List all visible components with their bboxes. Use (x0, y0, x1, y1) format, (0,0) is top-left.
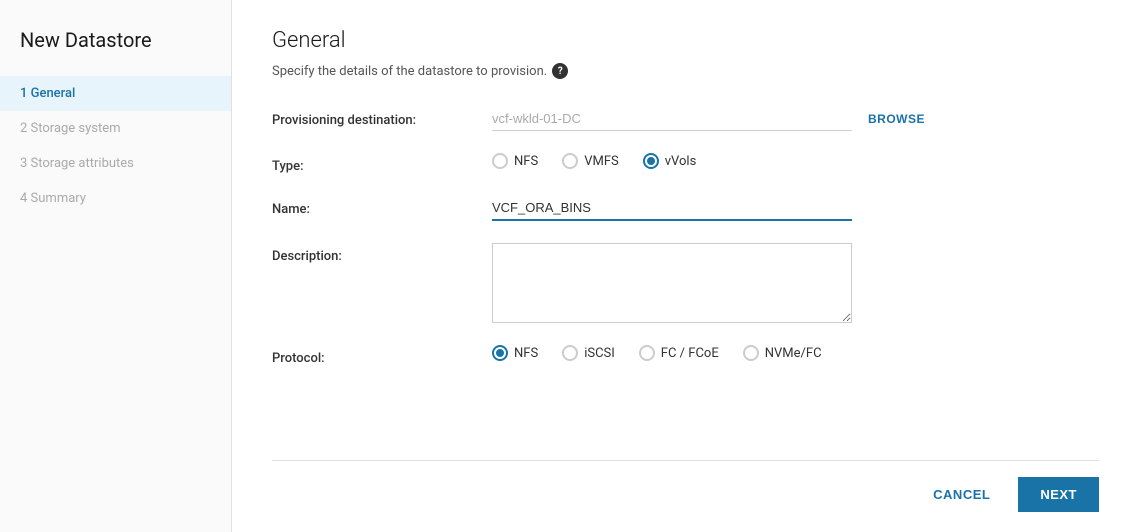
main-content: General Specify the details of the datas… (232, 0, 1139, 532)
type-nfs-label: NFS (514, 154, 538, 169)
protocol-radio-nfs[interactable] (492, 345, 508, 361)
subtitle: Specify the details of the datastore to … (272, 63, 1099, 79)
protocol-option-nvmefc[interactable]: NVMe/FC (743, 345, 822, 361)
protocol-row: Protocol: NFS iSCSI FC / FCoE (272, 345, 1099, 366)
provisioning-destination-control: BROWSE (492, 107, 1099, 131)
type-option-vvols[interactable]: vVols (643, 153, 697, 169)
next-button[interactable]: NEXT (1018, 477, 1099, 512)
help-icon[interactable]: ? (552, 63, 568, 79)
type-label: Type: (272, 153, 492, 174)
type-vmfs-label: VMFS (584, 154, 619, 169)
cancel-button[interactable]: CANCEL (917, 479, 1006, 510)
sidebar: New Datastore 1 General 2 Storage system… (0, 0, 232, 532)
new-datastore-dialog: New Datastore 1 General 2 Storage system… (0, 0, 1139, 532)
provisioning-destination-input[interactable] (492, 107, 852, 131)
name-input[interactable] (492, 196, 852, 221)
protocol-label: Protocol: (272, 345, 492, 366)
protocol-nfs-label: NFS (514, 346, 538, 361)
sidebar-item-general[interactable]: 1 General (0, 76, 231, 111)
type-vvols-label: vVols (665, 154, 697, 169)
protocol-fcfcoe-label: FC / FCoE (661, 346, 719, 361)
protocol-option-iscsi[interactable]: iSCSI (562, 345, 615, 361)
description-textarea[interactable] (492, 243, 852, 323)
section-title: General (272, 28, 1099, 53)
provisioning-destination-row: Provisioning destination: BROWSE (272, 107, 1099, 131)
protocol-option-fcfcoe[interactable]: FC / FCoE (639, 345, 719, 361)
description-control (492, 243, 1099, 323)
type-radio-nfs[interactable] (492, 153, 508, 169)
browse-button[interactable]: BROWSE (868, 112, 925, 126)
sidebar-item-storage-attributes[interactable]: 3 Storage attributes (0, 146, 231, 181)
protocol-control: NFS iSCSI FC / FCoE NVMe/FC (492, 345, 1099, 361)
type-radio-group: NFS VMFS vVols (492, 153, 696, 169)
description-row: Description: (272, 243, 1099, 323)
protocol-radio-nvmefc[interactable] (743, 345, 759, 361)
type-option-nfs[interactable]: NFS (492, 153, 538, 169)
protocol-option-nfs[interactable]: NFS (492, 345, 538, 361)
sidebar-item-summary[interactable]: 4 Summary (0, 181, 231, 216)
protocol-iscsi-label: iSCSI (584, 346, 615, 361)
type-row: Type: NFS VMFS vVols (272, 153, 1099, 174)
protocol-radio-fcfcoe[interactable] (639, 345, 655, 361)
name-label: Name: (272, 196, 492, 217)
type-control: NFS VMFS vVols (492, 153, 1099, 169)
protocol-radio-iscsi[interactable] (562, 345, 578, 361)
dialog-title: New Datastore (0, 16, 231, 76)
protocol-radio-group: NFS iSCSI FC / FCoE NVMe/FC (492, 345, 822, 361)
name-control (492, 196, 1099, 221)
type-radio-vmfs[interactable] (562, 153, 578, 169)
protocol-nvmefc-label: NVMe/FC (765, 346, 822, 361)
type-option-vmfs[interactable]: VMFS (562, 153, 619, 169)
type-radio-vvols[interactable] (643, 153, 659, 169)
name-row: Name: (272, 196, 1099, 221)
sidebar-item-storage-system[interactable]: 2 Storage system (0, 111, 231, 146)
provisioning-destination-label: Provisioning destination: (272, 107, 492, 128)
footer: CANCEL NEXT (272, 460, 1099, 512)
description-label: Description: (272, 243, 492, 264)
